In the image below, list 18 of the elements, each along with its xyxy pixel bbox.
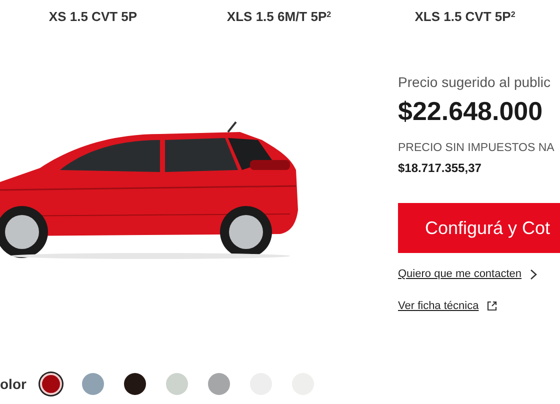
link[interactable]: Quiero que me contacten [398, 266, 522, 282]
model-tab[interactable]: XS 1.5 CVT 5P [48, 7, 138, 27]
model-tab[interactable]: XLS 1.5 6M/T 5P$^{2}$ [226, 7, 332, 27]
color-swatch[interactable] [40, 373, 62, 395]
tax-free-label: PRECIO SIN IMPUESTOS NA [398, 141, 556, 156]
link[interactable]: Ver ficha técnica [398, 298, 479, 314]
external-link-icon [486, 301, 497, 312]
model-tab[interactable]: XLS 1.5 CVT 5P$^{2}$ [414, 7, 516, 27]
color-label: olor [0, 374, 28, 394]
color-swatch[interactable] [82, 373, 104, 395]
chevron-right-icon [530, 268, 537, 280]
color-swatch[interactable] [166, 373, 188, 395]
tax-free-value: $18.717.355,37 [398, 160, 482, 178]
configure-button[interactable]: Configurá y Cot [398, 203, 560, 254]
color-swatch[interactable] [124, 373, 146, 395]
price-label: Precio sugerido al public [398, 73, 552, 92]
price-value: $22.648.000 [398, 95, 544, 128]
color-swatch[interactable] [208, 373, 230, 395]
